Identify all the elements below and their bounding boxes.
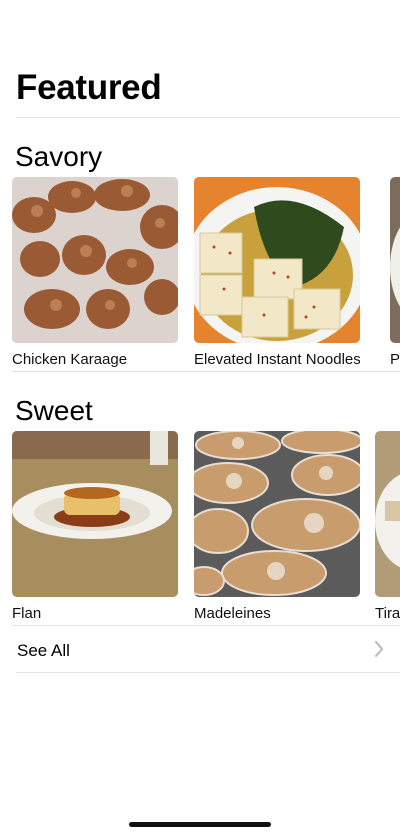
- chevron-right-icon: [374, 640, 384, 664]
- section-title-sweet: Sweet: [15, 395, 93, 426]
- recipe-card-chicken-karaage[interactable]: Chicken Karaage: [12, 177, 178, 368]
- tofu-noodle-bowl-photo: [194, 177, 360, 343]
- sweet-carousel[interactable]: Flan Madeleines Tira: [0, 431, 400, 631]
- savory-carousel[interactable]: Chicken Karaage Elevated Instant Noodles…: [0, 177, 400, 377]
- home-indicator: [129, 822, 271, 827]
- recipe-card-partial[interactable]: P: [390, 177, 400, 368]
- savory-divider: [12, 371, 400, 372]
- madeleines-photo: [194, 431, 360, 597]
- recipe-card-flan[interactable]: Flan: [12, 431, 178, 622]
- sweet-divider: [12, 625, 400, 626]
- see-all-row[interactable]: See All: [0, 627, 400, 673]
- recipe-card-madeleines[interactable]: Madeleines: [194, 431, 360, 622]
- featured-screen: Featured Savory Chicken Karaage Elevated…: [0, 0, 400, 835]
- recipe-card-label: P: [390, 351, 400, 368]
- recipe-card-elevated-instant-noodles[interactable]: Elevated Instant Noodles: [194, 177, 360, 368]
- recipe-card-label: Elevated Instant Noodles: [194, 351, 360, 368]
- recipe-card-label: Tira: [375, 605, 400, 622]
- see-all-label: See All: [17, 641, 70, 660]
- page-title: Featured: [16, 68, 162, 107]
- recipe-card-label: Chicken Karaage: [12, 351, 128, 368]
- tiramisu-plate-photo: [375, 431, 400, 597]
- title-divider: [16, 117, 400, 118]
- recipe-card-label: Madeleines: [194, 605, 271, 622]
- recipe-card-label: Flan: [12, 605, 42, 622]
- flan-plate-photo: [12, 431, 178, 597]
- fried-chicken-photo: [12, 177, 178, 343]
- section-title-savory: Savory: [15, 141, 103, 172]
- bowl-photo: [390, 177, 400, 343]
- recipe-card-partial[interactable]: Tira: [375, 431, 400, 622]
- see-all-divider: [16, 672, 400, 673]
